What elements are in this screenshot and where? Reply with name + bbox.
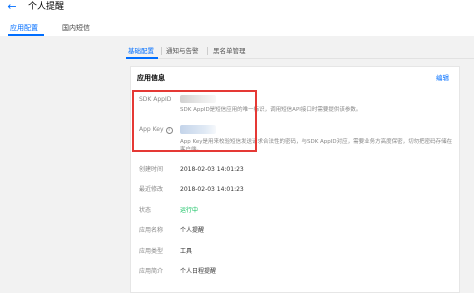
subtab-basic-config[interactable]: 基础配置: [128, 46, 154, 56]
subtab-notifications[interactable]: 通知与告警: [166, 46, 199, 56]
app-intro-label: 应用简介: [139, 268, 164, 275]
status-badge: 运行中: [180, 207, 199, 214]
tab-domestic-sms[interactable]: 国内短信: [62, 23, 90, 33]
modified-at-label: 最近修改: [139, 186, 164, 193]
created-at-label: 创建时间: [139, 166, 164, 173]
arrow-left-icon[interactable]: ←: [6, 1, 18, 13]
app-type-label: 应用类型: [139, 248, 164, 255]
subtab-divider: [161, 47, 162, 55]
subtab-divider: [207, 47, 208, 55]
active-subtab-indicator: [126, 57, 158, 59]
subtab-blacklist[interactable]: 黑名单管理: [213, 46, 246, 56]
card-title: 应用信息: [137, 74, 165, 82]
app-intro-value: 个人日程提醒: [180, 268, 217, 275]
app-type-value: 工具: [180, 248, 193, 255]
status-label: 状态: [139, 207, 152, 214]
app-name-value: 个人提醒: [180, 227, 205, 234]
page-title: 个人提醒: [28, 2, 65, 12]
created-at-value: 2018-02-03 14:01:23: [180, 166, 244, 173]
highlight-box: [132, 90, 257, 152]
app-name-label: 应用名称: [139, 227, 164, 234]
modified-at-value: 2018-02-03 14:01:23: [180, 186, 244, 193]
tab-app-config[interactable]: 应用配置: [10, 23, 38, 33]
active-tab-indicator: [8, 34, 44, 36]
subtab-baseline: [126, 58, 474, 59]
edit-link[interactable]: 编辑: [436, 73, 449, 83]
